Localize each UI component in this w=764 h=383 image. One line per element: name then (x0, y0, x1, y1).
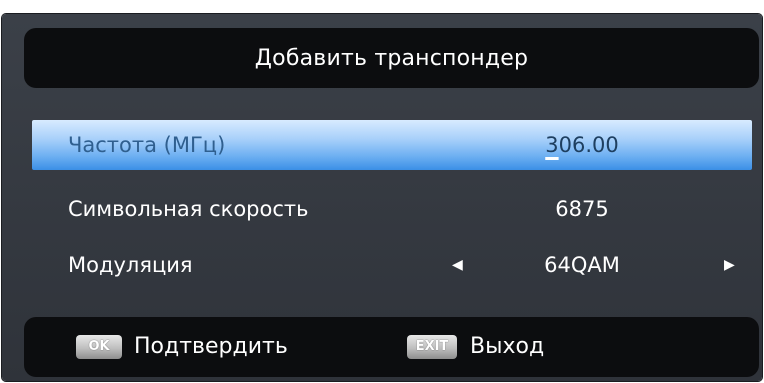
frequency-label: Частота (МГц) (68, 133, 226, 157)
add-transponder-dialog: Добавить транспондер Частота (МГц) 306.0… (2, 14, 762, 381)
modulation-label: Модуляция (68, 253, 193, 277)
frequency-value-rest: 06.00 (558, 133, 619, 157)
frequency-cursor-digit: 3 (545, 133, 559, 157)
frequency-row[interactable]: Частота (МГц) 306.00 (32, 120, 752, 170)
ok-key-button[interactable]: OK (76, 335, 122, 359)
frequency-value[interactable]: 306.00 (492, 120, 672, 170)
symbol-rate-value[interactable]: 6875 (492, 184, 672, 234)
modulation-row[interactable]: Модуляция ◀ 64QAM ▶ (32, 240, 752, 290)
exit-label: Выход (470, 334, 545, 359)
exit-key-button[interactable]: EXIT (407, 335, 457, 359)
right-arrow-icon[interactable]: ▶ (724, 240, 735, 290)
symbol-rate-label: Символьная скорость (68, 197, 309, 221)
symbol-rate-row[interactable]: Символьная скорость 6875 (32, 184, 752, 234)
title-bar: Добавить транспондер (24, 28, 759, 88)
footer-bar: OK Подтвердить EXIT Выход (24, 317, 759, 377)
modulation-value[interactable]: 64QAM (492, 240, 672, 290)
left-arrow-icon[interactable]: ◀ (452, 240, 463, 290)
confirm-label: Подтвердить (134, 334, 288, 359)
dialog-title: Добавить транспондер (254, 45, 529, 71)
